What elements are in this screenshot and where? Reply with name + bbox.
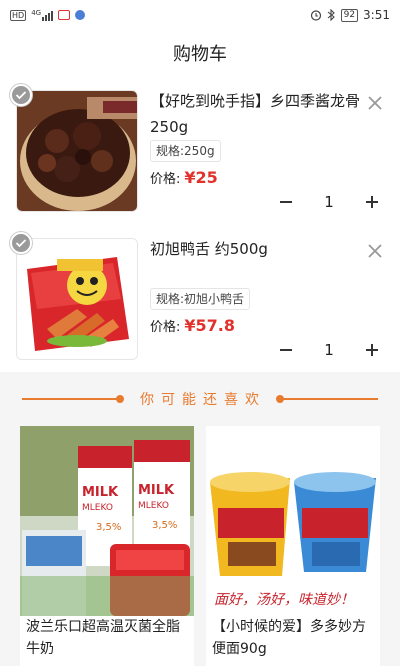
- recommend-card[interactable]: 面好，汤好，味道妙！ 【小时候的爱】多多妙方便面90g: [206, 426, 380, 666]
- signal-label: 4G: [31, 8, 42, 17]
- quantity-value[interactable]: 1: [324, 193, 334, 211]
- minus-icon: [280, 201, 292, 203]
- signal-icon: 4G: [31, 8, 54, 21]
- app-notification-icon: [58, 10, 71, 20]
- fat-label-1: 3,5%: [96, 522, 121, 533]
- price-line: 价格: ¥57.8: [150, 316, 235, 335]
- select-item-checkbox[interactable]: [10, 84, 32, 106]
- bluetooth-icon: [327, 9, 335, 21]
- recommend-image: 面好，汤好，味道妙！: [206, 426, 380, 616]
- recommend-title[interactable]: 波兰乐口超高温灭菌全脂牛奶: [20, 616, 194, 660]
- decrease-quantity-button[interactable]: [274, 338, 298, 362]
- divider-left: [22, 396, 124, 402]
- product-price: ¥25: [184, 168, 218, 187]
- product-title[interactable]: 【好吃到吮手指】乡四季酱龙骨250g: [150, 88, 362, 140]
- increase-quantity-button[interactable]: [360, 338, 384, 362]
- recommend-card[interactable]: MILK MLEKO 3,5% MILK MLEKO 3,5% 波兰乐口超高温灭…: [20, 426, 194, 666]
- app-notification-dot-icon: [75, 10, 86, 20]
- status-right: 92 3:51: [310, 8, 390, 22]
- duck-tongue-package-image: [17, 239, 137, 359]
- product-thumbnail[interactable]: [16, 90, 138, 212]
- decrease-quantity-button[interactable]: [274, 190, 298, 214]
- check-icon: [15, 239, 27, 248]
- close-icon: [368, 244, 382, 258]
- fat-label-2: 3,5%: [152, 520, 177, 531]
- recommend-heading: 你可能还喜欢: [0, 380, 400, 418]
- divider-right: [276, 396, 378, 402]
- product-title[interactable]: 初旭鸭舌 约500g: [150, 236, 362, 262]
- quantity-value[interactable]: 1: [324, 341, 334, 359]
- alarm-icon: [310, 10, 321, 21]
- check-icon: [15, 91, 27, 100]
- price-line: 价格: ¥25: [150, 168, 218, 187]
- instant-noodle-cups-image: 面好，汤好，味道妙！: [206, 426, 380, 616]
- product-thumbnail[interactable]: [16, 238, 138, 360]
- milk-label-2: MILK: [138, 483, 175, 498]
- cart-item: 【好吃到吮手指】乡四季酱龙骨250g 规格:250g 价格: ¥25 1: [0, 76, 400, 224]
- mleko-label-2: MLEKO: [138, 501, 169, 511]
- minus-icon: [280, 349, 292, 351]
- mleko-label-1: MLEKO: [82, 503, 113, 513]
- milk-cartons-image: MILK MLEKO 3,5% MILK MLEKO 3,5%: [20, 426, 194, 616]
- recommend-image: MILK MLEKO 3,5% MILK MLEKO 3,5%: [20, 426, 194, 616]
- increase-quantity-button[interactable]: [360, 190, 384, 214]
- quantity-stepper: 1: [274, 188, 384, 216]
- price-label: 价格:: [150, 320, 181, 335]
- remove-item-button[interactable]: [366, 242, 384, 260]
- battery-icon: 92: [340, 8, 359, 22]
- page-title: 购物车: [173, 44, 227, 65]
- status-left: HD 4G: [10, 8, 86, 21]
- plus-icon: [365, 344, 378, 356]
- product-spec[interactable]: 规格:初旭小鸭舌: [150, 288, 251, 310]
- product-price: ¥57.8: [184, 316, 235, 335]
- milk-label-1: MILK: [82, 485, 119, 500]
- page-header: 购物车: [0, 30, 400, 76]
- product-spec[interactable]: 规格:250g: [150, 140, 221, 162]
- braised-pork-bones-image: [17, 91, 137, 211]
- quantity-stepper: 1: [274, 336, 384, 364]
- close-icon: [368, 96, 382, 110]
- recommend-title[interactable]: 【小时候的爱】多多妙方便面90g: [206, 616, 380, 660]
- recommend-heading-text: 你可能还喜欢: [140, 392, 266, 408]
- hd-badge: HD: [10, 9, 27, 21]
- clock: 3:51: [363, 8, 390, 22]
- cart-item: 初旭鸭舌 约500g 规格:初旭小鸭舌 价格: ¥57.8 1: [0, 224, 400, 372]
- price-label: 价格:: [150, 172, 181, 187]
- remove-item-button[interactable]: [366, 94, 384, 112]
- cart-list: 【好吃到吮手指】乡四季酱龙骨250g 规格:250g 价格: ¥25 1 初旭鸭…: [0, 76, 400, 372]
- plus-icon: [365, 196, 378, 208]
- select-item-checkbox[interactable]: [10, 232, 32, 254]
- slogan-text: 面好，汤好，味道妙！: [214, 592, 354, 608]
- status-bar: HD 4G 92 3:51: [0, 0, 400, 30]
